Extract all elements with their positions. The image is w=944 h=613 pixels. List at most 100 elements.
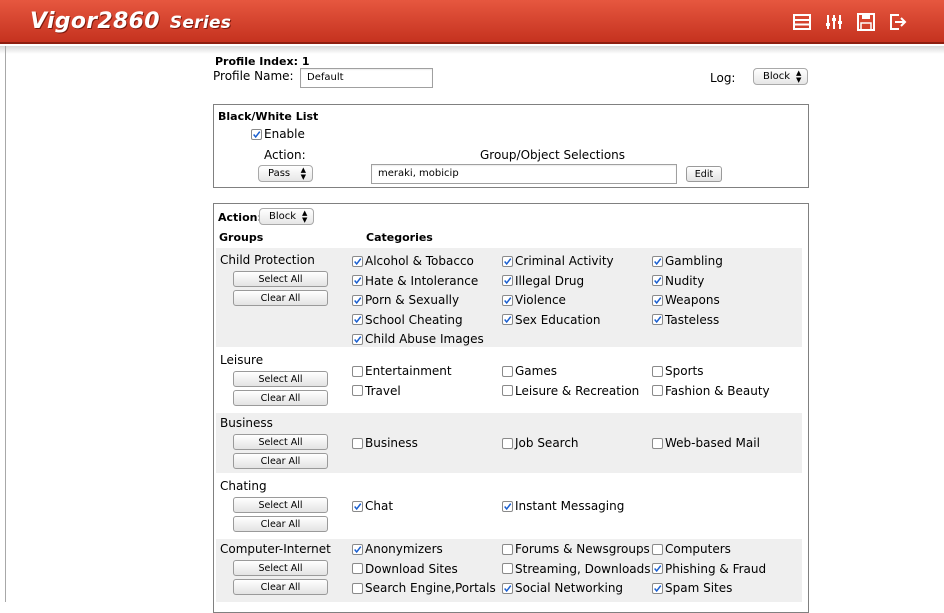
logout-icon[interactable] — [888, 12, 908, 32]
category-label: Travel — [365, 383, 401, 398]
category-label: Alcohol & Tobacco — [365, 254, 474, 268]
category-checkbox[interactable]: Spam Sites — [652, 581, 732, 595]
category-checkbox[interactable]: Streaming, Downloads — [502, 562, 651, 576]
category-action-label: Action: — [218, 211, 262, 224]
checkbox-icon — [502, 563, 513, 574]
category-label: Sex Education — [515, 312, 601, 327]
checkbox-icon — [251, 128, 262, 140]
group-name: Leisure — [220, 353, 264, 367]
category-label: Weapons — [665, 293, 720, 307]
checkbox-icon — [652, 294, 663, 306]
category-checkbox[interactable]: Search Engine,Portals — [352, 581, 496, 595]
category-checkbox[interactable]: Alcohol & Tobacco — [352, 254, 474, 268]
category-checkbox[interactable]: Leisure & Recreation — [502, 384, 639, 398]
category-label: Phishing & Fraud — [665, 561, 767, 576]
clear-all-button[interactable]: Clear All — [233, 453, 328, 469]
category-checkbox[interactable]: Job Search — [502, 436, 579, 450]
category-checkbox[interactable]: Hate & Intolerance — [352, 274, 478, 288]
checkbox-icon — [352, 333, 363, 345]
category-checkbox[interactable]: Illegal Drug — [502, 274, 584, 288]
category-label: Business — [365, 436, 418, 450]
checkbox-icon — [352, 563, 363, 574]
category-checkbox[interactable]: Sports — [652, 364, 703, 378]
group-name: Computer-Internet — [220, 542, 331, 556]
checkbox-icon — [352, 275, 363, 286]
checkbox-icon — [652, 314, 663, 325]
category-checkbox[interactable]: Gambling — [652, 254, 723, 268]
group-object-selections-input[interactable]: meraki, mobicip — [371, 164, 677, 184]
category-checkbox[interactable]: Criminal Activity — [502, 254, 614, 268]
category-label: Violence — [515, 293, 566, 307]
checkbox-icon — [652, 385, 663, 396]
category-checkbox[interactable]: Anonymizers — [352, 542, 443, 556]
category-checkbox[interactable]: Download Sites — [352, 562, 458, 576]
category-checkbox[interactable]: Games — [502, 364, 557, 378]
enable-label: Enable — [264, 127, 305, 141]
select-all-button[interactable]: Select All — [233, 371, 328, 387]
checkbox-icon — [652, 437, 663, 449]
checkbox-icon — [352, 500, 363, 512]
category-checkbox[interactable]: Chat — [352, 499, 393, 513]
select-arrows-icon: ▲ ▼ — [302, 208, 308, 224]
category-checkbox[interactable]: Porn & Sexually — [352, 293, 459, 307]
profile-name-label: Profile Name: — [213, 69, 294, 83]
clear-all-button[interactable]: Clear All — [233, 516, 328, 532]
bw-action-select[interactable]: Pass ▲ ▼ — [258, 165, 313, 182]
category-checkbox[interactable]: Tasteless — [652, 313, 719, 327]
clear-all-button[interactable]: Clear All — [233, 390, 328, 406]
category-checkbox[interactable]: School Cheating — [352, 313, 463, 327]
checkbox-icon — [652, 255, 663, 267]
edit-button[interactable]: Edit — [686, 166, 722, 182]
category-label: Tasteless — [665, 312, 720, 327]
category-checkbox[interactable]: Web-based Mail — [652, 436, 760, 450]
category-checkbox[interactable]: Forums & Newsgroups — [502, 542, 650, 556]
category-checkbox[interactable]: Business — [352, 436, 418, 450]
header-shadow — [0, 46, 944, 54]
log-select[interactable]: Block ▲ ▼ — [753, 68, 808, 85]
category-action-select[interactable]: Block ▲ ▼ — [259, 208, 314, 225]
category-checkbox[interactable]: Computers — [652, 542, 731, 556]
category-label: Fashion & Beauty — [665, 383, 770, 398]
checkbox-icon — [502, 275, 513, 286]
category-checkbox[interactable]: Weapons — [652, 293, 720, 307]
menu-list-icon[interactable] — [792, 12, 812, 32]
category-checkbox[interactable]: Travel — [352, 384, 401, 398]
category-label: Leisure & Recreation — [515, 383, 640, 398]
category-checkbox[interactable]: Fashion & Beauty — [652, 384, 770, 398]
category-label: Spam Sites — [665, 581, 733, 595]
select-all-button[interactable]: Select All — [233, 560, 328, 576]
enable-checkbox[interactable]: Enable — [251, 127, 305, 141]
checkbox-icon — [352, 543, 363, 555]
select-all-button[interactable]: Select All — [233, 497, 328, 513]
checkbox-icon — [502, 500, 513, 512]
category-checkbox[interactable]: Child Abuse Images — [352, 332, 484, 346]
groups-header: Groups — [219, 231, 264, 244]
category-label: Chat — [365, 499, 394, 513]
category-label: Social Networking — [515, 581, 624, 595]
bw-action-value: Pass — [268, 168, 291, 179]
category-checkbox[interactable]: Violence — [502, 293, 566, 307]
category-label: Entertainment — [365, 364, 452, 378]
brand-model: Vigor2860 — [30, 9, 160, 34]
save-icon[interactable] — [856, 12, 876, 32]
category-checkbox[interactable]: Social Networking — [502, 581, 623, 595]
checkbox-icon — [652, 582, 663, 594]
checkbox-icon — [352, 437, 363, 449]
category-label: Search Engine,Portals — [365, 581, 496, 595]
category-checkbox[interactable]: Nudity — [652, 274, 704, 288]
category-label: Games — [515, 364, 557, 378]
select-all-button[interactable]: Select All — [233, 434, 328, 450]
category-checkbox[interactable]: Sex Education — [502, 313, 600, 327]
category-checkbox[interactable]: Instant Messaging — [502, 499, 624, 513]
clear-all-button[interactable]: Clear All — [233, 579, 328, 595]
checkbox-icon — [352, 582, 363, 594]
category-label: Job Search — [515, 436, 579, 450]
log-select-value: Block — [763, 71, 791, 82]
clear-all-button[interactable]: Clear All — [233, 290, 328, 306]
category-checkbox[interactable]: Entertainment — [352, 364, 452, 378]
select-all-button[interactable]: Select All — [233, 271, 328, 287]
equalizer-icon[interactable] — [824, 12, 844, 32]
profile-name-input[interactable]: Default — [300, 68, 433, 88]
category-checkbox[interactable]: Phishing & Fraud — [652, 562, 766, 576]
category-label: Criminal Activity — [515, 254, 614, 268]
